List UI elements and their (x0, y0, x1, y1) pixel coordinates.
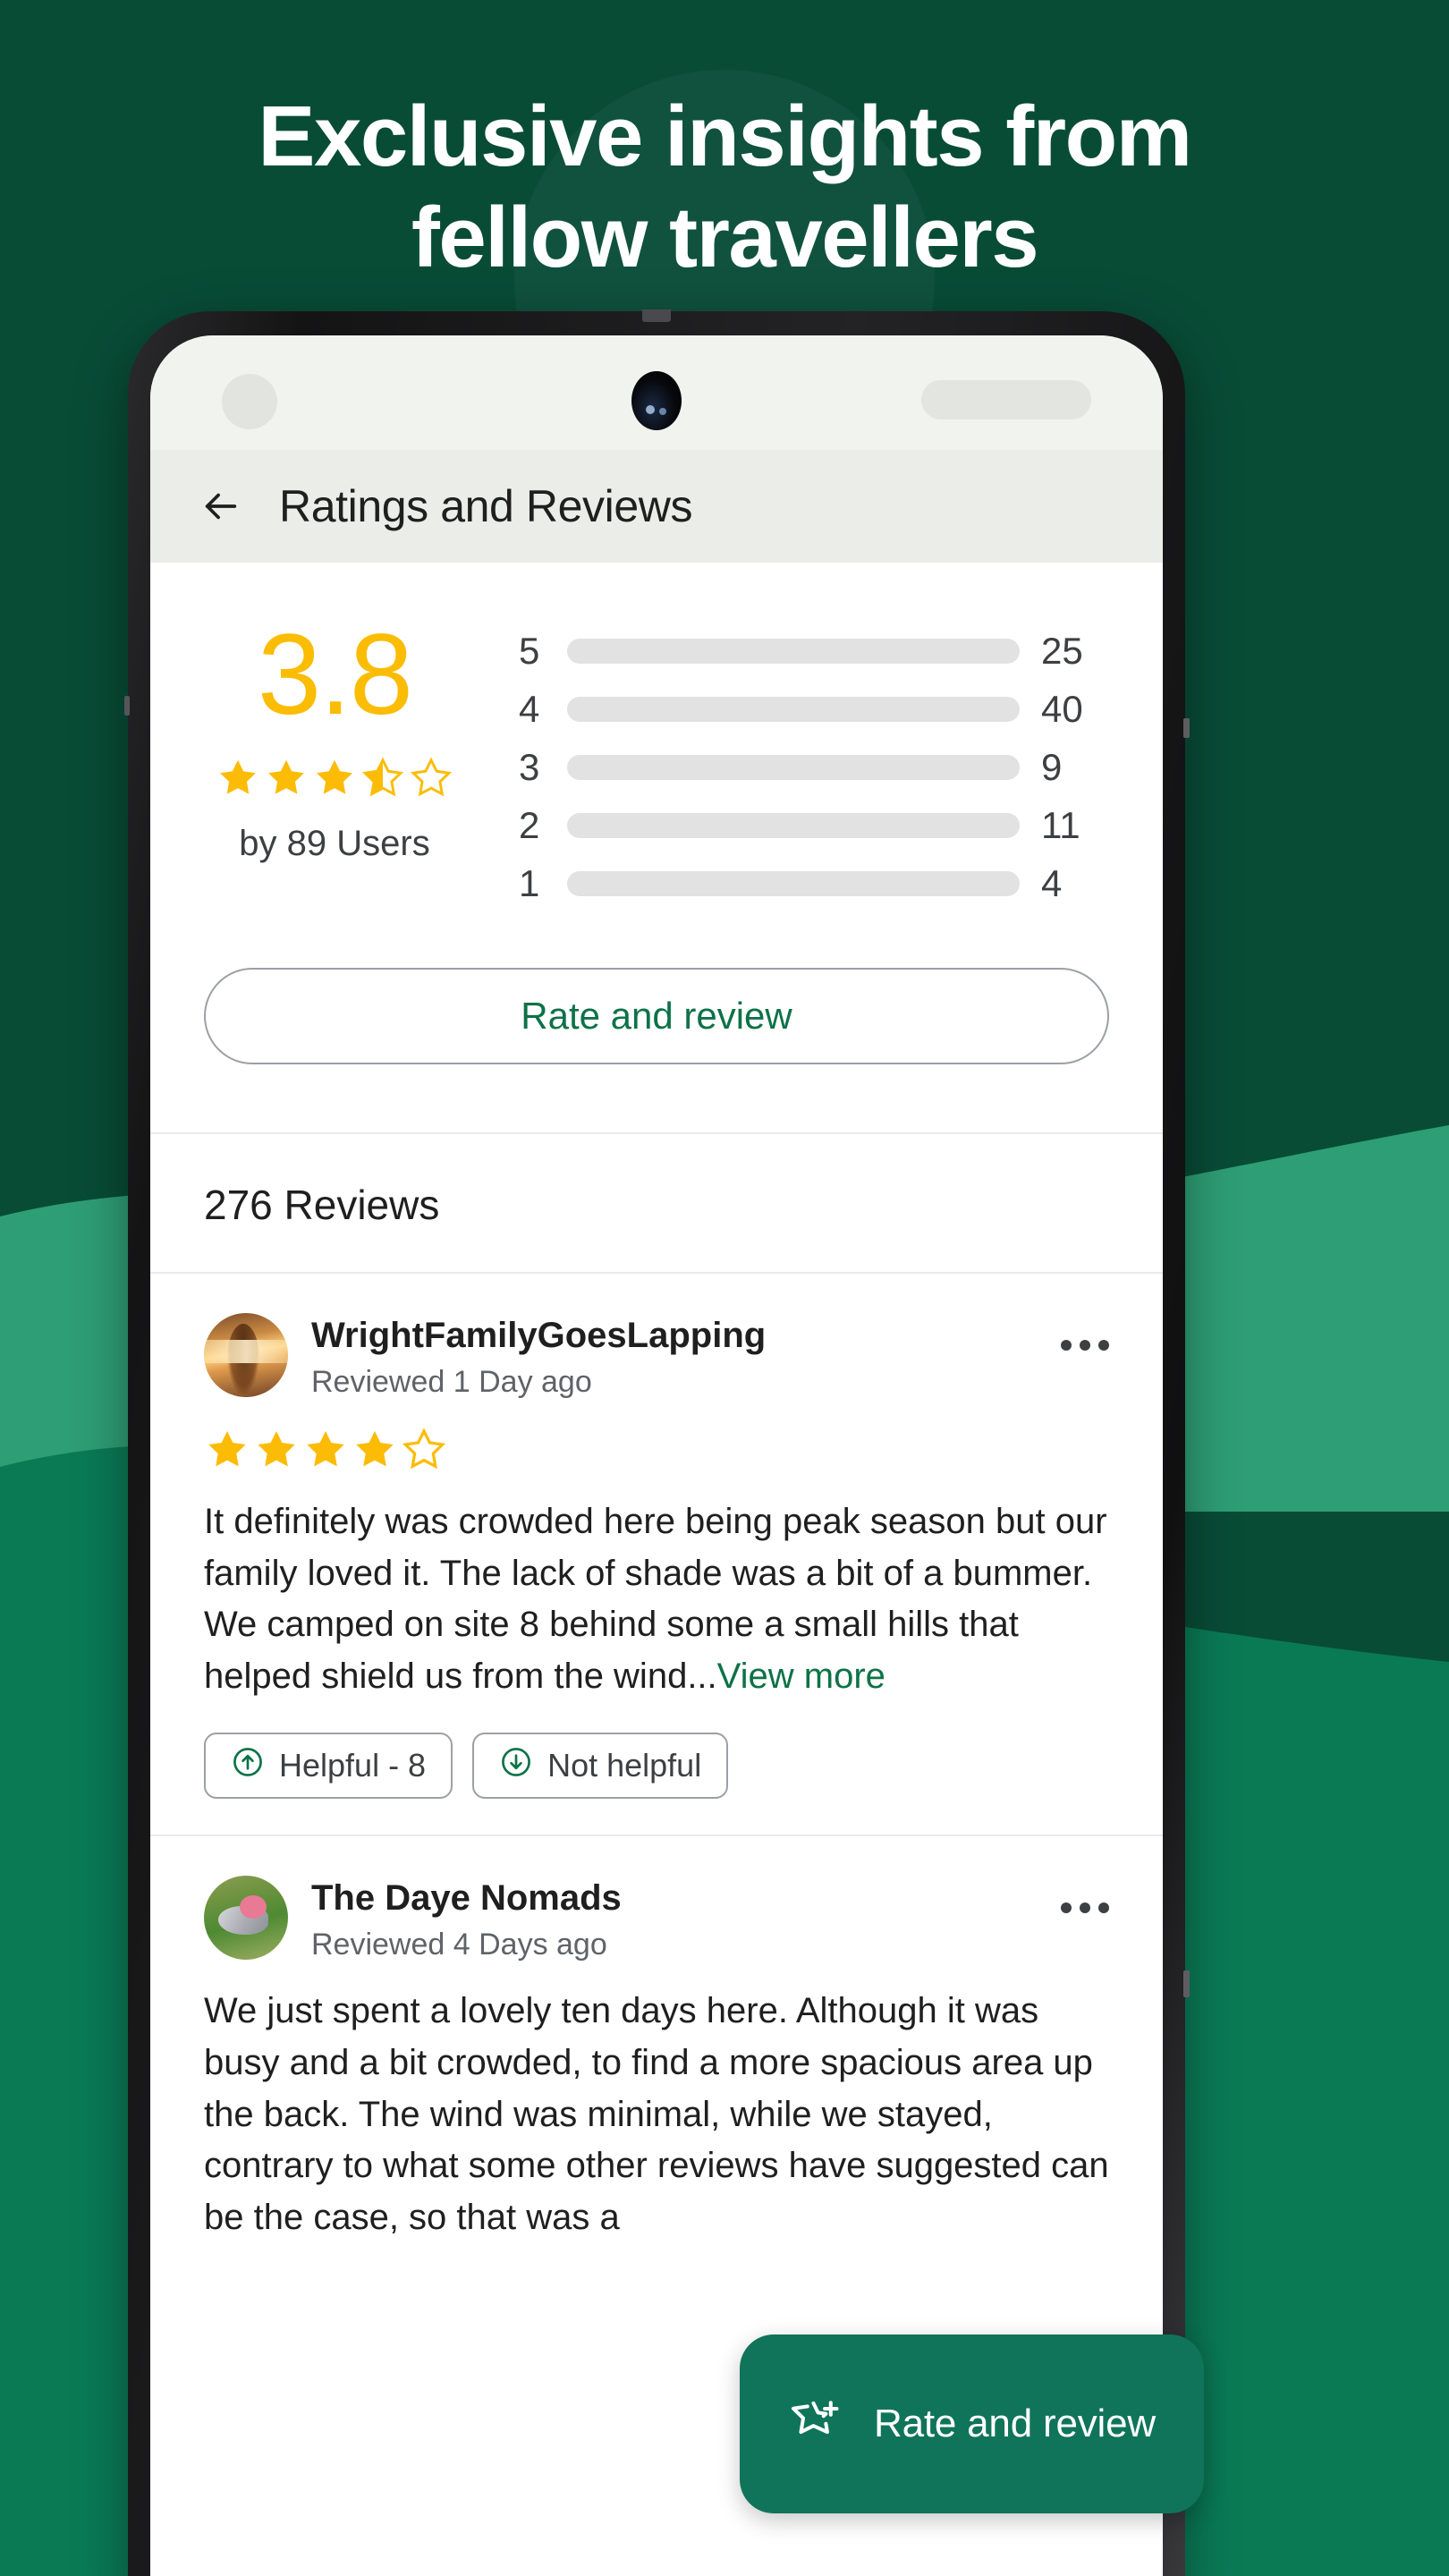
phone-left-antenna-line (124, 696, 130, 716)
rating-users-count: by 89 Users (239, 824, 430, 863)
review-date: Reviewed 4 Days ago (311, 1928, 607, 1962)
rating-summary: 3.8 by 89 Users 5 25 4 40 3 9 2 11 1 4 (150, 563, 1163, 912)
star-plus-icon (788, 2395, 843, 2453)
rate-and-review-section: Rate and review (150, 912, 1163, 1132)
review-author-name: WrightFamilyGoesLapping (311, 1316, 767, 1355)
review-date: Reviewed 1 Day ago (311, 1365, 592, 1399)
phone-power-button (1183, 718, 1190, 738)
phone-top-antenna-line (642, 309, 671, 322)
review-header: The Daye Nomads Reviewed 4 Days ago (204, 1876, 1109, 1962)
page-title: Ratings and Reviews (279, 481, 693, 531)
phone-screen: Ratings and Reviews 3.8 by 89 Users 5 25… (150, 335, 1163, 2576)
rating-bar-track (567, 812, 1020, 838)
review-body: It definitely was crowded here being pea… (204, 1496, 1109, 1702)
star-filled-icon (216, 756, 260, 801)
rating-bar-count: 40 (1041, 687, 1083, 730)
star-empty-icon (401, 1427, 447, 1473)
headline-line-2: fellow travellers (411, 190, 1039, 286)
review-item: The Daye Nomads Reviewed 4 Days ago We j… (150, 1836, 1163, 2280)
reviews-count-heading: 276 Reviews (150, 1134, 1163, 1272)
status-bar-left-placeholder (222, 374, 277, 429)
star-filled-icon (312, 756, 357, 801)
rating-distribution: 5 25 4 40 3 9 2 11 1 4 (519, 613, 1163, 912)
review-rating-stars (204, 1427, 1109, 1473)
thumb-up-circle-icon (231, 1745, 265, 1787)
star-half-icon (360, 756, 405, 801)
front-camera-punch-hole-icon (631, 371, 682, 430)
rating-bar-count: 25 (1041, 629, 1083, 672)
review-body-text: It definitely was crowded here being pea… (204, 1502, 1107, 1696)
rating-bar-row: 3 9 (519, 738, 1109, 796)
average-rating-value: 3.8 (258, 611, 413, 739)
status-bar (150, 335, 1163, 450)
rating-score-block: 3.8 by 89 Users (150, 613, 519, 864)
rating-bar-row: 5 25 (519, 622, 1109, 680)
review-author-meta: WrightFamilyGoesLapping Reviewed 1 Day a… (311, 1313, 1038, 1400)
status-bar-right-placeholder (921, 380, 1091, 419)
more-options-icon[interactable] (1061, 1876, 1109, 1914)
review-body-text: We just spent a lovely ten days here. Al… (204, 1991, 1109, 2237)
rating-bar-track (567, 870, 1020, 896)
rating-bar-count: 4 (1041, 861, 1063, 904)
star-empty-icon (409, 756, 453, 801)
avatar-bird-photo-icon (204, 1876, 288, 1961)
headline-line-1: Exclusive insights from (258, 89, 1192, 184)
not-helpful-button[interactable]: Not helpful (472, 1733, 729, 1800)
app-bar: Ratings and Reviews (150, 450, 1163, 563)
average-rating-stars (150, 756, 519, 801)
review-header: WrightFamilyGoesLapping Reviewed 1 Day a… (204, 1313, 1109, 1400)
rating-bar-count: 9 (1041, 745, 1063, 788)
rating-bar-track (567, 696, 1020, 722)
helpful-label: Helpful - 8 (279, 1747, 427, 1784)
helpful-button[interactable]: Helpful - 8 (204, 1733, 453, 1800)
rating-bar-track (567, 638, 1020, 664)
rate-and-review-button[interactable]: Rate and review (204, 968, 1109, 1064)
star-filled-icon (352, 1427, 398, 1473)
floating-rate-and-review-button[interactable]: Rate and review (740, 2334, 1204, 2513)
rating-bar-row: 2 11 (519, 796, 1109, 854)
rating-bar-star-label: 5 (519, 629, 540, 672)
rating-bar-star-label: 2 (519, 803, 540, 846)
arrow-left-icon[interactable] (200, 486, 242, 527)
review-item: WrightFamilyGoesLapping Reviewed 1 Day a… (150, 1274, 1163, 1835)
phone-volume-button (1183, 1970, 1190, 1997)
fab-label: Rate and review (874, 2402, 1156, 2445)
star-filled-icon (302, 1427, 349, 1473)
rating-bar-star-label: 4 (519, 687, 540, 730)
review-actions: Helpful - 8 Not helpful (204, 1733, 1109, 1800)
rating-bar-row: 1 4 (519, 854, 1109, 912)
rating-bar-star-label: 3 (519, 745, 540, 788)
avatar-sunset-photo-icon (204, 1313, 288, 1397)
rating-bar-star-label: 1 (519, 861, 540, 904)
phone-mockup: Ratings and Reviews 3.8 by 89 Users 5 25… (124, 309, 1190, 2576)
more-options-icon[interactable] (1061, 1313, 1109, 1351)
rating-bar-count: 11 (1041, 803, 1080, 846)
star-filled-icon (253, 1427, 300, 1473)
rating-bar-row: 4 40 (519, 680, 1109, 738)
thumb-down-circle-icon (499, 1745, 533, 1787)
star-filled-icon (264, 756, 309, 801)
rating-bar-track (567, 754, 1020, 780)
view-more-link[interactable]: View more (717, 1657, 886, 1696)
review-author-meta: The Daye Nomads Reviewed 4 Days ago (311, 1876, 1038, 1962)
promo-headline: Exclusive insights from fellow traveller… (0, 86, 1449, 289)
not-helpful-label: Not helpful (547, 1747, 702, 1784)
review-author-name: The Daye Nomads (311, 1878, 622, 1919)
star-filled-icon (204, 1427, 250, 1473)
